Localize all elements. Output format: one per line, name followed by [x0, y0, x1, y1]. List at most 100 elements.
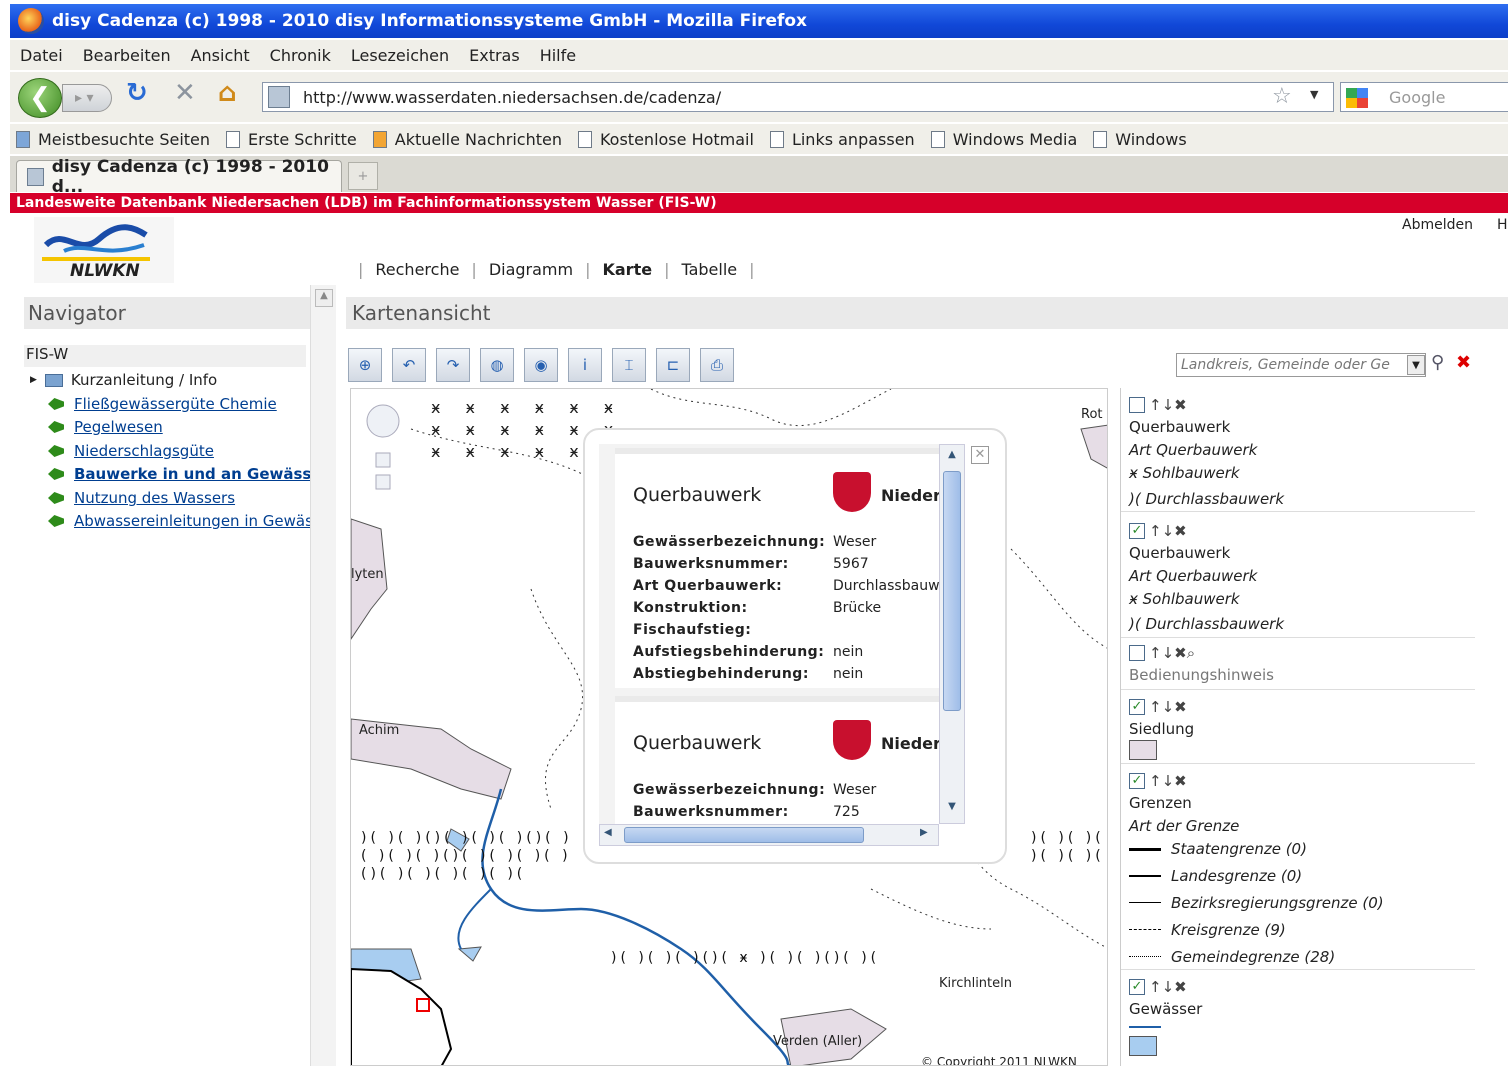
menu-ansicht[interactable]: Ansicht — [191, 46, 250, 65]
layer-checkbox[interactable]: ✓ — [1129, 773, 1145, 789]
bookmark-item[interactable]: Windows Media — [930, 130, 1077, 149]
stop-icon[interactable]: ✕ — [174, 78, 196, 108]
popup-vertical-scrollbar[interactable]: ▲ ▼ — [939, 444, 965, 824]
menu-lesezeichen[interactable]: Lesezeichen — [351, 46, 449, 65]
scroll-thumb[interactable] — [943, 471, 961, 711]
scroll-up-icon[interactable]: ▲ — [315, 289, 333, 307]
scroll-left-icon[interactable]: ◀ — [604, 827, 612, 838]
menu-extras[interactable]: Extras — [469, 46, 520, 65]
feature-card: Querbauwerk Niedersa Gewässerbezeichnung… — [615, 448, 939, 688]
map-label: Rot — [1081, 407, 1103, 422]
bookmark-item[interactable]: Kostenlose Hotmail — [577, 130, 754, 149]
tab-favicon — [27, 167, 44, 186]
home-icon[interactable]: ⌂ — [218, 78, 237, 108]
layer-order-icon[interactable]: ↑↓✖⌕ — [1149, 644, 1195, 662]
tab-bar: disy Cadenza (c) 1998 - 2010 d... + — [10, 156, 1508, 197]
menu-bearbeiten[interactable]: Bearbeiten — [83, 46, 171, 65]
logout-link[interactable]: Abmelden — [1402, 217, 1473, 233]
legend-group-siedlung: ✓ ↑↓✖ Siedlung — [1121, 692, 1475, 764]
firefox-icon — [18, 8, 44, 34]
folder-icon — [44, 373, 63, 387]
layer-checkbox[interactable]: ✓ — [1129, 699, 1145, 715]
tree-item[interactable]: Nutzung des Wassers — [48, 489, 235, 507]
undo-icon[interactable]: ↶ — [392, 348, 426, 382]
scroll-up-icon[interactable]: ▲ — [942, 449, 962, 467]
popup-content: Querbauwerk Niedersa Gewässerbezeichnung… — [599, 444, 939, 824]
layer-order-icon[interactable]: ↑↓✖ — [1149, 772, 1187, 790]
globe-icon[interactable]: ◍ — [480, 348, 514, 382]
map-label: lyten — [351, 567, 384, 582]
reload-icon[interactable]: ↻ — [126, 78, 148, 108]
scroll-down-icon[interactable]: ▼ — [942, 801, 962, 819]
url-dropdown-icon[interactable]: ▼ — [1310, 88, 1318, 101]
bookmark-item[interactable]: Links anpassen — [769, 130, 915, 149]
legend-group-gewaesser: ✓ ↑↓✖ Gewässer — [1121, 972, 1475, 1066]
tab-cadenza[interactable]: disy Cadenza (c) 1998 - 2010 d... — [16, 157, 342, 197]
navigator-panel: Navigator FIS-W ▶ Kurzanleitung / Info F… — [10, 285, 313, 1066]
globe-select-icon[interactable]: ◉ — [524, 348, 558, 382]
layer-order-icon[interactable]: ↑↓✖ — [1149, 978, 1187, 996]
tree-root[interactable]: FIS-W — [24, 345, 306, 367]
map-copyright: © Copyright 2011 NLWKN — [921, 1055, 1077, 1066]
url-bar[interactable]: http://www.wasserdaten.niedersachsen.de/… — [262, 82, 1334, 112]
menu-chronik[interactable]: Chronik — [270, 46, 331, 65]
feature-info-popup: ✕ Querbauwerk Niedersa Gewässerbezeichnu… — [583, 428, 1007, 864]
navigation-toolbar: ▸ ▾ ❮ ↻ ✕ ⌂ http://www.wasserdaten.niede… — [10, 72, 1508, 122]
scroll-right-icon[interactable]: ▶ — [920, 827, 928, 838]
layer-checkbox[interactable]: ✓ — [1129, 979, 1145, 995]
redo-icon[interactable]: ↷ — [436, 348, 470, 382]
bookmarks-toolbar: Meistbesuchte Seiten Erste Schritte Aktu… — [10, 124, 1508, 154]
tree-item[interactable]: Abwassereinleitungen in Gewäs — [48, 512, 313, 530]
tree-item[interactable]: Fließgewässergüte Chemie — [48, 395, 277, 413]
layer-order-icon[interactable]: ↑↓✖ — [1149, 396, 1187, 414]
tree-item[interactable]: Niederschlagsgüte — [48, 442, 214, 460]
leaf-icon — [48, 468, 64, 480]
popup-horizontal-scrollbar[interactable]: ◀ ▶ — [599, 824, 939, 846]
niedersachsen-crest-icon — [833, 720, 871, 760]
menu-hilfe[interactable]: Hilfe — [540, 46, 576, 65]
nav-recherche[interactable]: Recherche — [375, 260, 459, 279]
place-dropdown-icon[interactable]: ▼ — [1407, 355, 1425, 375]
info-icon[interactable]: i — [568, 348, 602, 382]
legend-entry: )( Durchlassbauwerk — [1129, 490, 1285, 508]
map-title: Kartenansicht — [346, 297, 1508, 329]
bookmark-item[interactable]: Erste Schritte — [226, 130, 357, 149]
print-icon[interactable]: ⎙ — [700, 348, 734, 382]
tree-folder-info[interactable]: ▶ Kurzanleitung / Info — [30, 371, 217, 389]
page-icon — [769, 130, 784, 148]
place-search-input[interactable]: Landkreis, Gemeinde oder Ge — [1176, 353, 1426, 377]
bookmark-item[interactable]: Windows — [1093, 130, 1187, 149]
help-link[interactable]: H — [1497, 217, 1508, 233]
search-icon[interactable]: ⚲ — [1431, 352, 1444, 373]
navigator-scrollbar[interactable]: ▲ — [310, 285, 336, 1066]
line-symbol — [1129, 902, 1161, 903]
map-label: Achim — [359, 723, 400, 738]
bookmark-item[interactable]: Aktuelle Nachrichten — [372, 130, 562, 149]
area-measure-icon[interactable]: ⊏ — [656, 348, 690, 382]
bookmark-item[interactable]: Meistbesuchte Seiten — [16, 130, 210, 149]
close-icon[interactable]: ✕ — [971, 446, 989, 464]
clear-icon[interactable]: ✖ — [1456, 352, 1471, 373]
layer-order-icon[interactable]: ↑↓✖ — [1149, 698, 1187, 716]
tree-item-selected[interactable]: Bauwerke in und an Gewäss — [48, 465, 311, 483]
measure-icon[interactable]: ⌶ — [612, 348, 646, 382]
legend-entry: ӿ Sohlbauwerk — [1129, 590, 1240, 608]
new-tab-button[interactable]: + — [348, 162, 378, 190]
menu-datei[interactable]: Datei — [20, 46, 63, 65]
google-icon[interactable] — [1346, 88, 1368, 108]
layer-order-icon[interactable]: ↑↓✖ — [1149, 522, 1187, 540]
forward-button[interactable]: ▸ ▾ — [62, 84, 112, 112]
layer-checkbox[interactable] — [1129, 645, 1145, 661]
zoom-extent-icon[interactable]: ⊕ — [348, 348, 382, 382]
nav-tabelle[interactable]: Tabelle — [681, 260, 737, 279]
back-button[interactable]: ❮ — [18, 78, 62, 118]
nav-karte[interactable]: Karte — [602, 260, 652, 279]
nav-diagramm[interactable]: Diagramm — [489, 260, 573, 279]
legend-group-bedienungshinweis: ↑↓✖⌕ Bedienungshinweis — [1121, 640, 1475, 690]
scroll-thumb[interactable] — [624, 827, 864, 843]
gewaesser-swatch — [1129, 1036, 1157, 1056]
bookmark-star-icon[interactable]: ☆ — [1272, 84, 1292, 109]
tree-item[interactable]: Pegelwesen — [48, 418, 163, 436]
layer-checkbox[interactable]: ✓ — [1129, 523, 1145, 539]
layer-checkbox[interactable] — [1129, 397, 1145, 413]
